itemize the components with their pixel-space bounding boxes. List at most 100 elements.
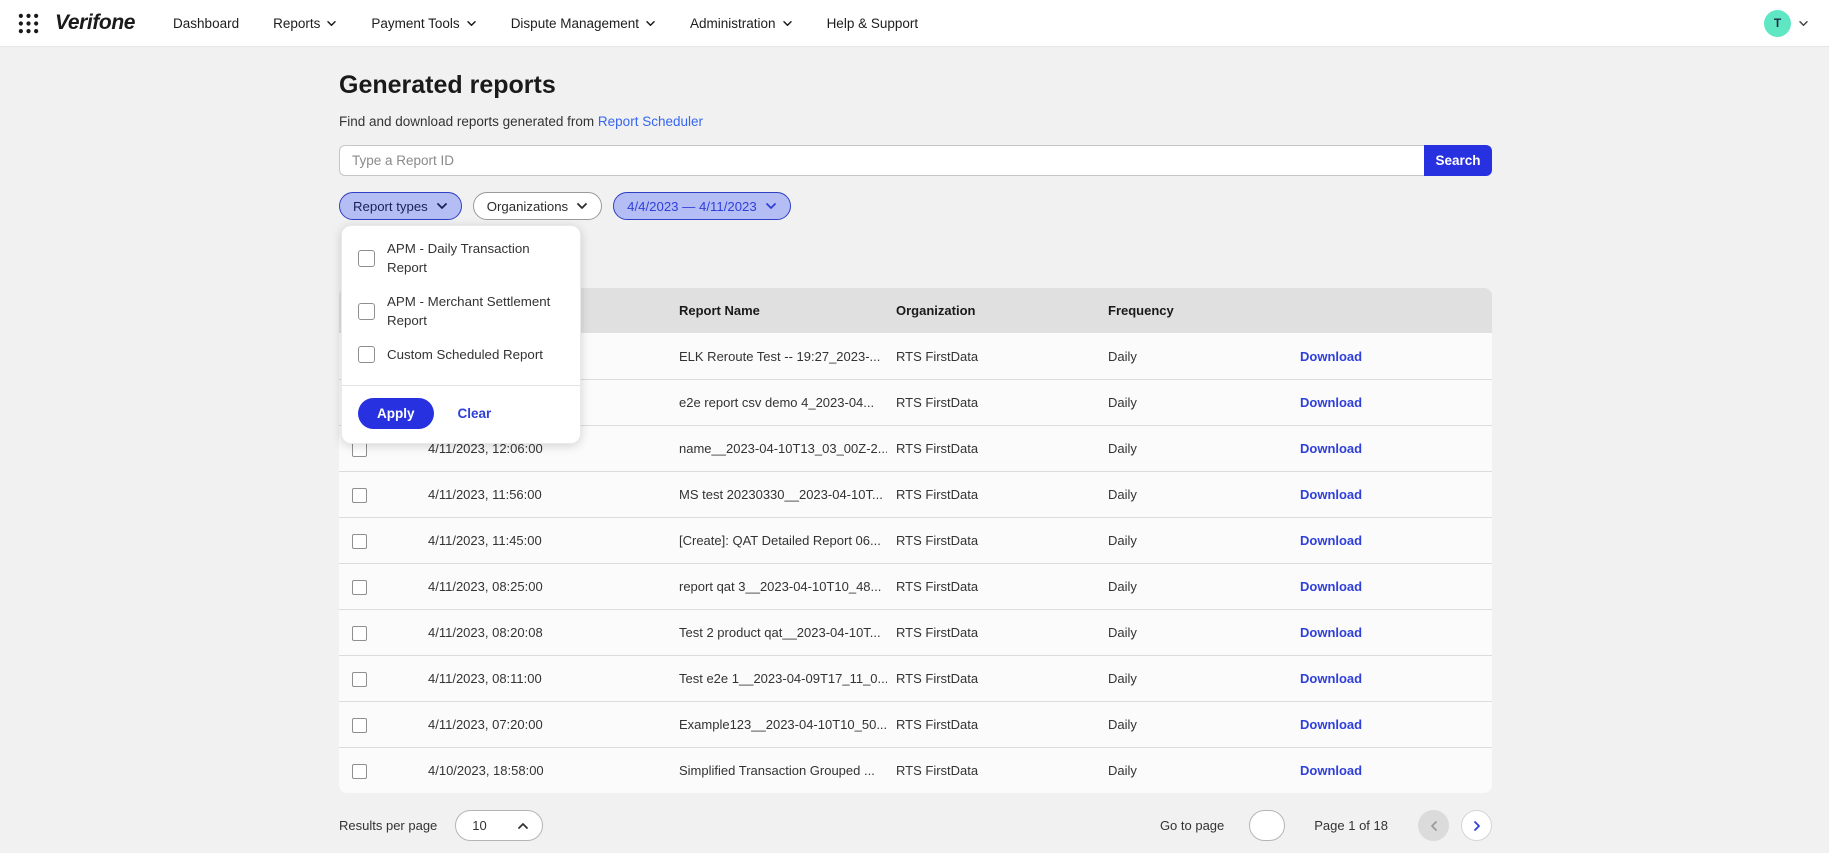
chevron-down-icon [577,203,588,209]
filter-chip-report-types[interactable]: Report types [339,192,462,220]
row-checkbox[interactable] [352,763,367,779]
row-action-cell: Download [1289,625,1492,640]
download-link[interactable]: Download [1300,625,1362,640]
report-scheduler-link[interactable]: Report Scheduler [598,114,703,129]
row-select-cell [339,578,424,595]
nav-item-dispute-management[interactable]: Dispute Management [511,16,656,31]
table-row: 4/11/2023, 11:56:00 MS test 20230330__202… [339,471,1492,517]
report-id-search-input[interactable] [339,145,1424,176]
row-created-date: 4/11/2023, 08:11:00 [428,671,542,686]
row-organization: RTS FirstData [896,671,979,686]
chevron-down-icon [765,203,776,209]
nav-item-payment-tools[interactable]: Payment Tools [371,16,476,31]
row-frequency: Daily [1108,671,1137,686]
row-created-date: 4/11/2023, 07:20:00 [428,717,543,732]
pagination-bar: Results per page 10 Go to page Page 1 of… [339,810,1492,841]
table-row: 4/11/2023, 08:20:08 Test 2 product qat__2… [339,609,1492,655]
search-bar: Search [339,145,1492,176]
account-menu[interactable]: T [1764,9,1809,37]
clear-button[interactable]: Clear [458,406,492,421]
avatar[interactable]: T [1764,9,1791,37]
filter-option-checkbox[interactable] [358,249,375,267]
filter-chip-date-range[interactable]: 4/4/2023 — 4/11/2023 [613,192,791,220]
download-link[interactable]: Download [1300,579,1362,594]
row-action-cell: Download [1289,671,1492,686]
row-action-cell: Download [1289,763,1492,778]
row-frequency: Daily [1108,487,1137,502]
filter-option[interactable]: Custom Scheduled Report [358,345,564,364]
row-action-cell: Download [1289,395,1492,410]
row-select-cell [339,624,424,641]
next-page-button[interactable] [1461,810,1492,841]
row-frequency: Daily [1108,348,1137,364]
row-frequency: Daily [1108,763,1137,778]
download-link[interactable]: Download [1300,395,1362,410]
row-organization: RTS FirstData [896,763,979,778]
download-link[interactable]: Download [1300,441,1362,456]
row-checkbox[interactable] [352,671,367,687]
row-select-cell [339,716,424,733]
row-checkbox[interactable] [352,533,367,549]
search-button[interactable]: Search [1424,145,1492,176]
chevron-up-icon [518,822,529,829]
row-action-cell: Download [1289,533,1492,548]
row-report-name: Test 2 product qat__2023-04-10T... [679,625,881,640]
app-grid-icon[interactable] [18,13,39,34]
row-select-cell [339,532,424,549]
row-select-cell [339,486,424,503]
row-report-name: ELK Reroute Test -- 19:27_2023-... [679,348,881,364]
download-link[interactable]: Download [1300,533,1362,548]
table-row: 4/11/2023, 08:11:00 Test e2e 1__2023-04-0… [339,655,1492,701]
download-link[interactable]: Download [1300,671,1362,686]
row-checkbox[interactable] [352,487,367,503]
row-organization: RTS FirstData [896,717,979,732]
column-header-frequency: Frequency [1108,303,1174,318]
filter-option-checkbox[interactable] [358,346,375,363]
results-per-page-label: Results per page [339,818,438,833]
go-to-page-input[interactable] [1249,810,1286,841]
top-nav: Verifone Dashboard Reports Payment Tools… [0,0,1829,47]
row-checkbox[interactable] [352,625,367,641]
chevron-down-icon [782,20,792,26]
download-link[interactable]: Download [1300,349,1362,364]
row-organization: RTS FirstData [896,533,979,548]
nav-item-reports[interactable]: Reports [273,16,337,31]
filter-option-checkbox[interactable] [358,302,375,320]
row-report-name: MS test 20230330__2023-04-10T... [679,487,883,502]
nav-item-help-support[interactable]: Help & Support [827,16,919,31]
row-action-cell: Download [1289,441,1492,456]
table-row: 4/11/2023, 11:45:00 [Create]: QAT Detaile… [339,517,1492,563]
row-organization: RTS FirstData [896,487,979,502]
row-select-cell [339,762,424,779]
apply-button[interactable]: Apply [358,398,434,429]
row-created-date: 4/11/2023, 11:56:00 [428,487,542,502]
chevron-down-icon [436,203,447,209]
results-per-page-select[interactable]: 10 [455,810,544,841]
row-organization: RTS FirstData [896,348,979,364]
nav-item-dashboard[interactable]: Dashboard [173,16,239,31]
row-created-date: 4/11/2023, 08:20:08 [428,625,543,640]
main-nav: Dashboard Reports Payment Tools Dispute … [173,16,918,31]
row-created-date: 4/11/2023, 08:25:00 [428,579,543,594]
download-link[interactable]: Download [1300,717,1362,732]
page-subtitle: Find and download reports generated from… [339,114,703,129]
chevron-down-icon [646,20,655,26]
nav-item-administration[interactable]: Administration [690,16,793,31]
filter-option[interactable]: APM - Merchant Settlement Report [358,292,564,330]
report-types-dropdown-panel: APM - Daily Transaction Report APM - Mer… [341,225,581,444]
download-link[interactable]: Download [1300,763,1362,778]
row-report-name: Simplified Transaction Grouped ... [679,763,875,778]
download-link[interactable]: Download [1300,487,1362,502]
filter-option[interactable]: APM - Daily Transaction Report [358,239,564,277]
row-frequency: Daily [1108,395,1137,410]
row-checkbox[interactable] [352,717,367,733]
previous-page-button[interactable] [1418,810,1449,841]
row-report-name: report qat 3__2023-04-10T10_48... [679,579,882,594]
verifone-logo[interactable]: Verifone [55,11,135,35]
page-title: Generated reports [339,71,556,99]
filter-chip-organizations[interactable]: Organizations [472,192,603,220]
table-row: 4/10/2023, 18:58:00 Simplified Transactio… [339,747,1492,793]
row-select-cell [339,670,424,687]
row-frequency: Daily [1108,579,1137,594]
row-checkbox[interactable] [352,579,367,595]
